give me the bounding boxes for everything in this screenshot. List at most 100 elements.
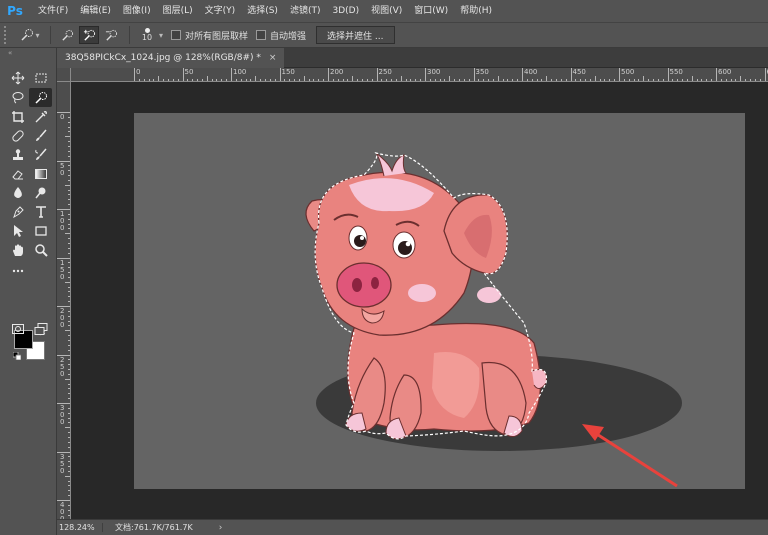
edit-toolbar-button[interactable]	[6, 261, 29, 280]
menu-layer[interactable]: 图层(L)	[157, 0, 199, 22]
clone-stamp-tool[interactable]	[6, 145, 29, 164]
marquee-tool[interactable]	[29, 68, 52, 87]
menu-filter[interactable]: 滤镜(T)	[284, 0, 327, 22]
auto-enhance-checkbox[interactable]	[256, 30, 267, 40]
document-tab[interactable]: 38Q58PICkCx_1024.jpg @ 128%(RGB/8#) * ×	[57, 48, 285, 68]
menu-help[interactable]: 帮助(H)	[454, 0, 498, 22]
ruler-origin[interactable]	[57, 68, 71, 82]
document-canvas[interactable]	[134, 113, 745, 489]
chevron-down-icon[interactable]: ▾	[159, 31, 163, 40]
brush-size-picker[interactable]: 10	[136, 24, 158, 46]
ruler-minor-tick	[357, 79, 359, 81]
quick-mask-button[interactable]	[6, 319, 29, 338]
history-brush-tool[interactable]	[29, 145, 52, 164]
options-grip[interactable]	[4, 26, 12, 44]
ruler-minor-tick	[512, 79, 514, 81]
options-bar: ▾ 10 ▾ 对所有图层取样 自动增强 选择并遮住 ...	[0, 22, 768, 48]
menu-edit[interactable]: 编辑(E)	[74, 0, 117, 22]
crop-tool[interactable]	[6, 107, 29, 126]
ruler-minor-tick	[153, 79, 155, 81]
brush-tool[interactable]	[29, 126, 52, 145]
zoom-tool[interactable]	[29, 240, 52, 259]
pig-illustration	[305, 151, 682, 488]
ruler-minor-tick	[468, 79, 470, 81]
workspace	[71, 83, 768, 519]
ruler-minor-tick	[735, 79, 737, 81]
ruler-minor-tick	[313, 79, 315, 81]
ruler-tick	[570, 68, 572, 81]
menu-select[interactable]: 选择(S)	[241, 0, 284, 22]
ruler-minor-tick	[585, 79, 587, 81]
ruler-minor-tick	[517, 79, 519, 81]
ruler-minor-tick	[318, 79, 320, 81]
add-to-selection-button[interactable]	[79, 26, 99, 44]
gradient-tool[interactable]	[29, 164, 52, 183]
ruler-minor-tick	[269, 79, 271, 81]
vertical-ruler[interactable]: 0 50 100 150 200 250 300 350 400	[57, 82, 71, 519]
ruler-minor-tick	[720, 79, 722, 81]
menu-view[interactable]: 视图(V)	[365, 0, 408, 22]
new-selection-button[interactable]	[57, 26, 77, 44]
dodge-tool[interactable]	[29, 183, 52, 202]
pen-tool[interactable]	[6, 202, 29, 221]
ruler-minor-tick	[298, 79, 300, 81]
separator	[129, 26, 130, 44]
tools-collapse-handle[interactable]: «	[0, 48, 56, 58]
ruler-minor-tick	[483, 79, 485, 81]
tool-row	[6, 221, 52, 240]
quick-selection-icon	[21, 29, 34, 41]
menu-window[interactable]: 窗口(W)	[408, 0, 454, 22]
status-menu-arrow-icon[interactable]: ›	[219, 523, 223, 533]
pig-eye-shine	[360, 236, 364, 240]
screen-mode-button[interactable]	[29, 319, 52, 338]
blur-tool[interactable]	[6, 183, 29, 202]
menu-type[interactable]: 文字(Y)	[199, 0, 242, 22]
ruler-tick	[764, 68, 766, 81]
horizontal-ruler[interactable]: 050100150200250300350400450500550600650	[71, 68, 768, 82]
eyedropper-icon	[35, 110, 47, 122]
menu-image[interactable]: 图像(I)	[117, 0, 157, 22]
ruler-minor-tick	[444, 79, 446, 81]
tool-row	[6, 261, 52, 280]
move-tool[interactable]	[6, 68, 29, 87]
tool-row	[6, 164, 52, 183]
bandage-icon	[11, 129, 24, 142]
lasso-tool[interactable]	[6, 88, 29, 107]
zoom-level[interactable]: 128.24%	[57, 523, 103, 532]
ruler-minor-tick	[643, 76, 645, 81]
ruler-minor-tick	[701, 79, 703, 81]
path-selection-tool[interactable]	[6, 221, 29, 240]
eyedropper-tool[interactable]	[29, 107, 52, 126]
eraser-tool[interactable]	[6, 164, 29, 183]
photoshop-logo[interactable]: Ps	[4, 0, 26, 22]
tool-row	[6, 145, 52, 164]
ruler-minor-tick	[691, 76, 693, 81]
ruler-minor-tick	[648, 79, 650, 81]
tool-preset-picker[interactable]: ▾	[16, 25, 44, 45]
select-and-mask-button[interactable]: 选择并遮住 ...	[316, 26, 395, 44]
close-icon[interactable]: ×	[269, 53, 277, 63]
quick-selection-tool[interactable]	[29, 88, 52, 107]
quick-selection-icon	[34, 91, 47, 104]
chevron-down-icon: ▾	[35, 30, 40, 40]
ruler-minor-tick	[672, 79, 674, 81]
healing-brush-tool[interactable]	[6, 126, 29, 145]
ruler-tick	[716, 68, 717, 81]
ruler-minor-tick	[221, 79, 223, 81]
subtract-from-selection-button[interactable]	[101, 26, 121, 44]
move-icon	[11, 71, 24, 84]
menu-3d[interactable]: 3D(D)	[326, 0, 365, 22]
rectangle-tool[interactable]	[29, 221, 52, 240]
ruler-minor-tick	[342, 79, 344, 81]
hand-tool[interactable]	[6, 240, 29, 259]
default-colors-icon[interactable]	[13, 352, 21, 360]
type-tool[interactable]	[29, 202, 52, 221]
sample-all-layers-checkbox[interactable]	[171, 30, 182, 40]
ruler-label: 100	[233, 68, 247, 76]
ruler-minor-tick	[551, 79, 553, 81]
document-tab-bar: 38Q58PICkCx_1024.jpg @ 128%(RGB/8#) * ×	[57, 48, 768, 68]
ruler-minor-tick	[633, 79, 635, 81]
ruler-label: 150	[281, 68, 295, 76]
menu-file[interactable]: 文件(F)	[32, 0, 74, 22]
separator	[50, 26, 51, 44]
